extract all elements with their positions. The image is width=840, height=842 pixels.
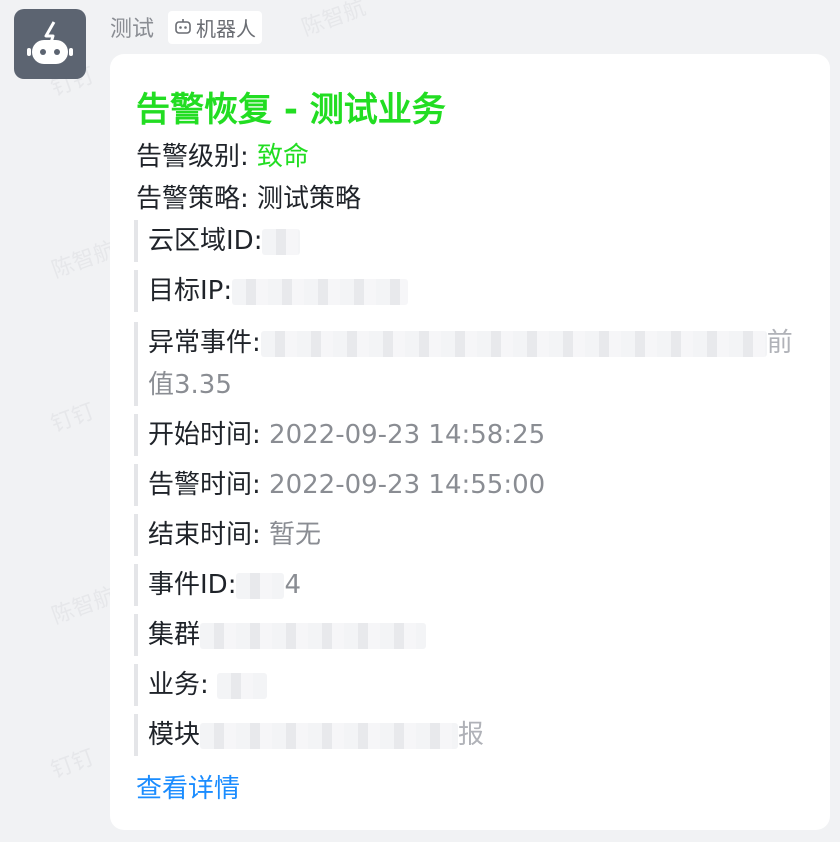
redacted-value (260, 330, 767, 357)
robot-small-icon (175, 19, 191, 34)
alert-level-value: 致命 (257, 142, 310, 172)
field-row-target-ip: 目标IP: (134, 270, 794, 312)
redacted-value (262, 228, 301, 255)
field-row-end-time: 结束时间: 暂无 (134, 514, 794, 556)
watermark-text: 钉钉 (47, 399, 98, 438)
field-label: 事件ID: (148, 570, 237, 600)
field-row-alert-time: 告警时间: 2022-09-23 14:55:00 (134, 464, 794, 506)
field-row-module: 模块 报 (134, 714, 794, 756)
field-value: 2022-09-23 14:55:00 (269, 470, 546, 500)
field-label: 业务: (148, 670, 209, 700)
redacted-value (232, 278, 409, 305)
bot-badge: 机器人 (168, 10, 263, 44)
field-label: 目标IP: (148, 276, 233, 306)
field-label: 模块 (148, 720, 201, 750)
field-value-tail: 前 (766, 328, 793, 358)
field-row-business: 业务: (134, 664, 794, 706)
field-label: 异常事件: (148, 328, 261, 358)
robot-icon (27, 21, 73, 64)
watermark-text: 陈智航 (48, 583, 120, 630)
alert-strategy-value: 测试策略 (257, 184, 362, 214)
field-value-tail: 报 (458, 720, 485, 750)
field-value: 4 (284, 570, 301, 600)
field-row-cluster: 集群 (134, 614, 794, 656)
bot-avatar[interactable] (14, 9, 86, 79)
bot-badge-label: 机器人 (196, 16, 257, 41)
field-row-start-time: 开始时间: 2022-09-23 14:58:25 (134, 414, 794, 456)
message-card: 告警恢复 - 测试业务 告警级别: 致命 告警策略: 测试策略 云区域ID: 目… (110, 54, 830, 830)
field-label: 集群 (148, 620, 201, 650)
alert-level-label: 告警级别: (136, 142, 249, 172)
alert-level-line: 告警级别: 致命 (136, 136, 309, 173)
alert-title: 告警恢复 - 测试业务 (136, 90, 446, 130)
field-label: 开始时间: (148, 420, 261, 450)
field-row-cloud-area: 云区域ID: (134, 220, 794, 262)
field-label: 告警时间: (148, 470, 261, 500)
watermark-text: 陈智航 (298, 0, 370, 42)
redacted-value (200, 622, 427, 649)
alert-strategy-line: 告警策略: 测试策略 (136, 178, 361, 215)
sender-header: 测试 机器人 (110, 10, 263, 44)
redacted-value (217, 672, 268, 699)
redacted-value (200, 722, 459, 749)
view-details-link[interactable]: 查看详情 (136, 768, 240, 805)
field-value: 值3.35 (148, 370, 232, 400)
field-label: 云区域ID: (148, 226, 263, 256)
sender-name[interactable]: 测试 (110, 11, 154, 43)
watermark-text: 陈智航 (48, 237, 120, 284)
redacted-value (236, 572, 285, 599)
field-value: 暂无 (269, 520, 322, 550)
field-row-event-id: 事件ID: 4 (134, 564, 794, 606)
field-row-anomaly-event: 异常事件: 前 值3.35 (134, 322, 794, 406)
watermark-text: 钉钉 (47, 745, 98, 784)
field-value: 2022-09-23 14:58:25 (269, 420, 546, 450)
alert-strategy-label: 告警策略: (136, 184, 249, 214)
field-label: 结束时间: (148, 520, 261, 550)
